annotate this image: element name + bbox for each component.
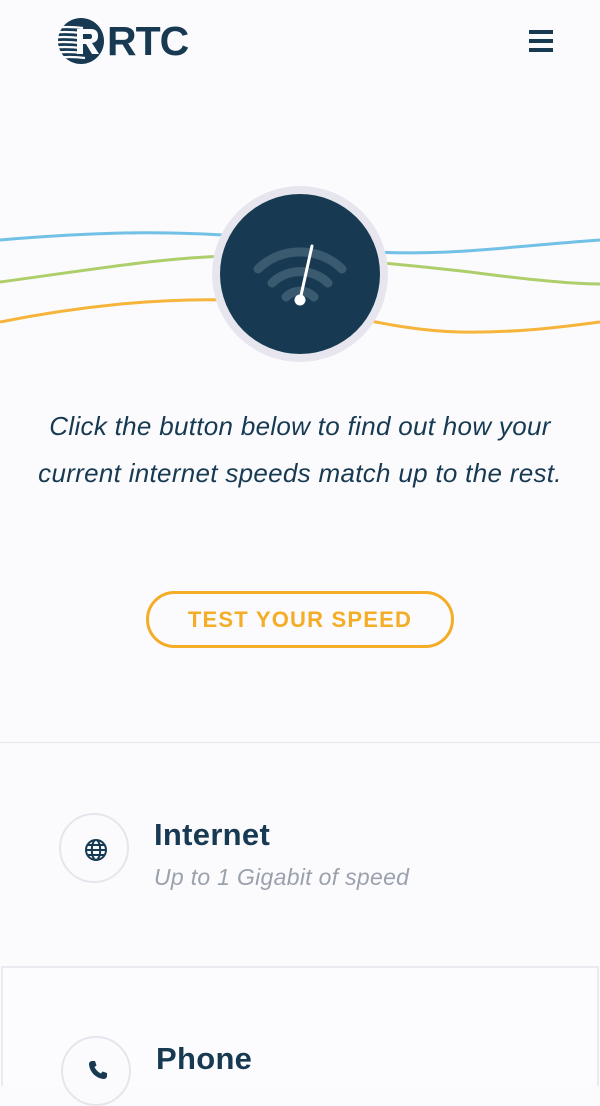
service-title: Internet [154, 817, 271, 852]
speed-gauge-icon [253, 244, 347, 306]
intro-text: Click the button below to find out how y… [38, 411, 562, 488]
service-item-internet[interactable]: Internet Up to 1 Gigabit of speed [0, 742, 600, 966]
internet-icon-circle [59, 813, 129, 883]
hamburger-menu-icon-bar [529, 48, 553, 52]
service-description: Up to 1 Gigabit of speed [154, 864, 410, 890]
rtc-logo[interactable]: RTC [47, 16, 189, 66]
hamburger-menu-icon-bar [529, 39, 553, 43]
menu-button[interactable] [526, 27, 556, 55]
service-title: Phone [156, 1041, 253, 1076]
site-header: RTC [0, 0, 600, 84]
test-speed-button[interactable]: TEST YOUR SPEED [146, 591, 454, 648]
logo-mark-icon [47, 18, 104, 64]
globe-icon [85, 839, 107, 861]
service-item-phone[interactable]: Phone [1, 966, 599, 1106]
logo-text: RTC [107, 17, 189, 64]
hamburger-menu-icon [529, 30, 553, 34]
phone-icon [89, 1061, 107, 1079]
phone-icon-circle [61, 1036, 131, 1106]
